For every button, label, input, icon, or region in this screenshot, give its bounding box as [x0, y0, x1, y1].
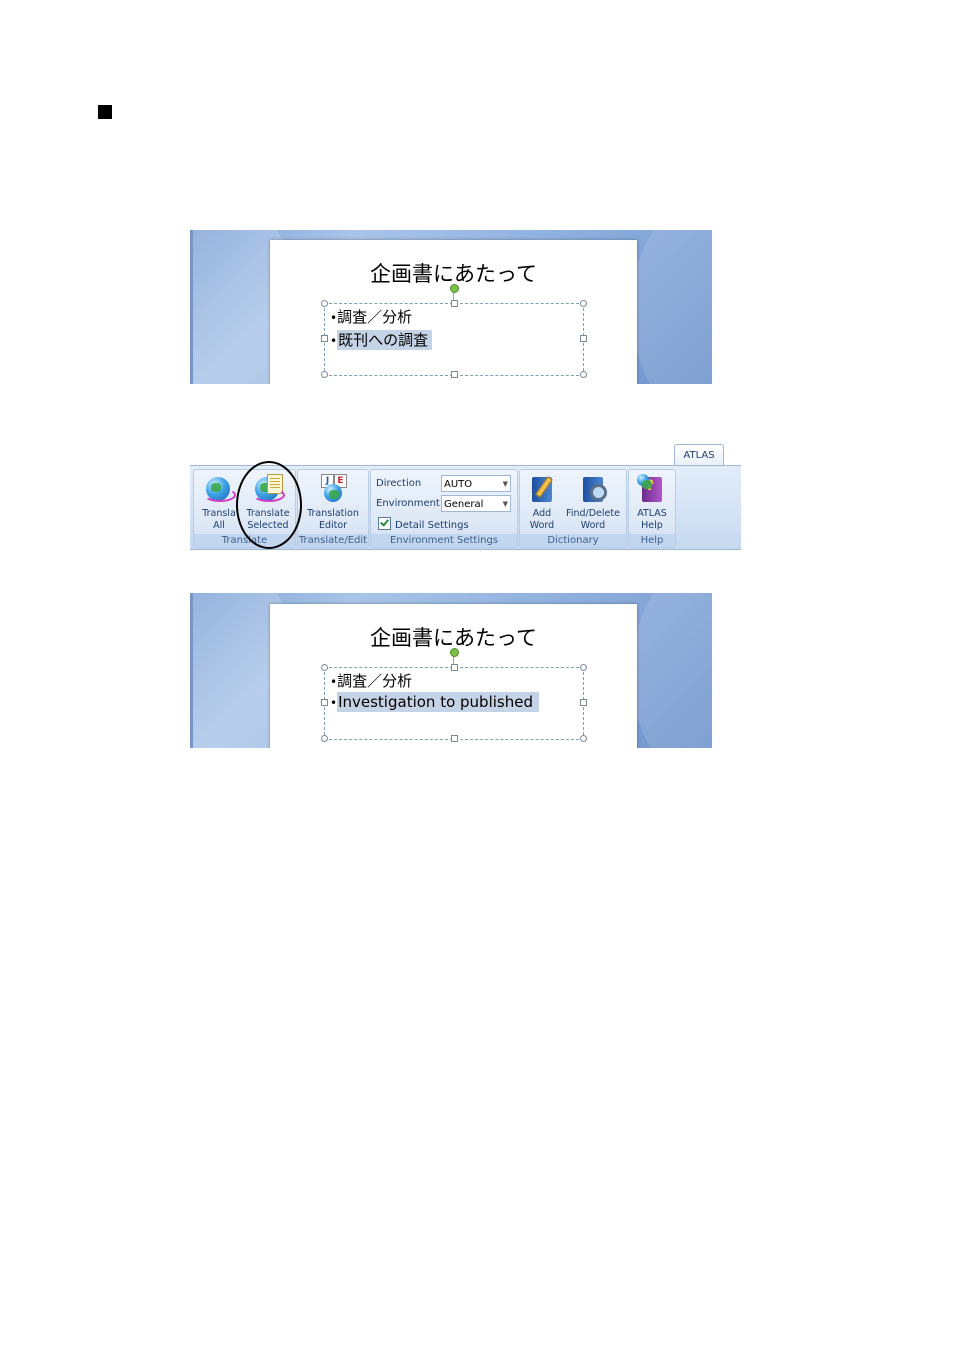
find-word-magnifier-icon [578, 474, 608, 504]
resize-handle-sw[interactable] [321, 371, 328, 378]
translation-editor-icon: J E [318, 474, 348, 504]
resize-handle-sw[interactable] [321, 735, 328, 742]
environment-value: General [444, 499, 484, 510]
annotation-circle [236, 461, 302, 549]
find-delete-word-label-2: Word [580, 520, 606, 531]
selected-text[interactable]: Investigation to published [337, 692, 539, 712]
find-delete-word-label-1: Find/Delete [566, 508, 620, 519]
bullet-line-selected[interactable]: •既刊への調査 [330, 329, 433, 350]
bullet-line[interactable]: •調査／分析 [330, 306, 412, 327]
resize-handle-nw[interactable] [321, 300, 328, 307]
bullet-text[interactable]: 調査／分析 [337, 308, 412, 326]
find-delete-word-button[interactable]: Find/Delete Word [563, 472, 623, 532]
settings-check-icon [378, 517, 391, 530]
group-label-help: Help [629, 534, 675, 547]
resize-handle-ne[interactable] [580, 300, 587, 307]
group-help: ? ATLAS Help Help [628, 469, 676, 548]
environment-dropdown[interactable]: General ▼ [441, 495, 511, 512]
direction-label: Direction [376, 478, 422, 489]
translate-all-label-2: All [213, 520, 225, 531]
add-word-label-2: Word [529, 520, 555, 531]
chevron-down-icon: ▼ [502, 500, 508, 508]
direction-value: AUTO [444, 479, 473, 490]
rotate-handle[interactable] [450, 284, 459, 293]
add-word-book-icon [527, 474, 557, 504]
slide-canvas[interactable]: 企画書にあたって •調査／分析 •既刊への調査 [270, 240, 637, 384]
chevron-down-icon: ▼ [502, 480, 508, 488]
translation-editor-label-1: Translation [307, 508, 359, 519]
group-translate-edit: J E Translation Editor Translate/Edit [297, 469, 369, 548]
resize-handle-n[interactable] [451, 664, 458, 671]
bullet-text[interactable]: 調査／分析 [337, 672, 412, 690]
section-bullet-square [98, 105, 112, 119]
atlas-help-label-2: Help [641, 520, 663, 531]
group-label-environment: Environment Settings [371, 534, 517, 547]
add-word-label-1: Add [532, 508, 552, 519]
translate-all-label-1: Transla [202, 508, 236, 519]
resize-handle-w[interactable] [321, 335, 328, 342]
tab-atlas[interactable]: ATLAS [674, 444, 724, 466]
resize-handle-s[interactable] [451, 735, 458, 742]
translate-globe-icon [204, 474, 236, 504]
detail-settings-button[interactable]: Detail Settings [378, 517, 469, 531]
resize-handle-n[interactable] [451, 300, 458, 307]
group-dictionary: Add Word Find/Delete Word Dictionary [519, 469, 627, 548]
text-placeholder-box[interactable]: •調査／分析 •既刊への調査 [321, 300, 587, 378]
atlas-help-button[interactable]: ? ATLAS Help [631, 472, 673, 532]
translation-editor-label-2: Editor [318, 520, 348, 531]
resize-handle-e[interactable] [580, 699, 587, 706]
resize-handle-se[interactable] [580, 735, 587, 742]
panel-background-decoration [632, 593, 712, 748]
text-placeholder-box[interactable]: •調査／分析 •Investigation to published [321, 664, 587, 742]
resize-handle-w[interactable] [321, 699, 328, 706]
bullet-line-selected[interactable]: •Investigation to published [330, 692, 539, 712]
group-label-dictionary: Dictionary [520, 534, 626, 547]
group-environment-settings: Direction AUTO ▼ Environment General ▼ D… [370, 469, 518, 548]
direction-dropdown[interactable]: AUTO ▼ [441, 475, 511, 492]
resize-handle-se[interactable] [580, 371, 587, 378]
slide-canvas[interactable]: 企画書にあたって •調査／分析 •Investigation to publis… [270, 604, 637, 748]
slide-panel-after: 企画書にあたって •調査／分析 •Investigation to publis… [190, 593, 712, 748]
bullet-line[interactable]: •調査／分析 [330, 670, 412, 691]
atlas-help-label-1: ATLAS [637, 508, 667, 519]
selected-text[interactable]: 既刊への調査 [337, 330, 433, 350]
help-book-icon: ? [637, 474, 667, 504]
group-label-translate-edit: Translate/Edit [298, 534, 368, 547]
environment-label: Environment [376, 498, 440, 509]
panel-background-decoration [632, 230, 712, 384]
resize-handle-nw[interactable] [321, 664, 328, 671]
add-word-button[interactable]: Add Word [522, 472, 562, 532]
rotate-handle[interactable] [450, 648, 459, 657]
resize-handle-e[interactable] [580, 335, 587, 342]
translation-editor-button[interactable]: J E Translation Editor [300, 472, 366, 532]
resize-handle-ne[interactable] [580, 664, 587, 671]
slide-panel-before: 企画書にあたって •調査／分析 •既刊への調査 [190, 230, 712, 384]
resize-handle-s[interactable] [451, 371, 458, 378]
translate-all-button[interactable]: Transla All [197, 472, 241, 532]
detail-settings-label: Detail Settings [395, 520, 469, 531]
